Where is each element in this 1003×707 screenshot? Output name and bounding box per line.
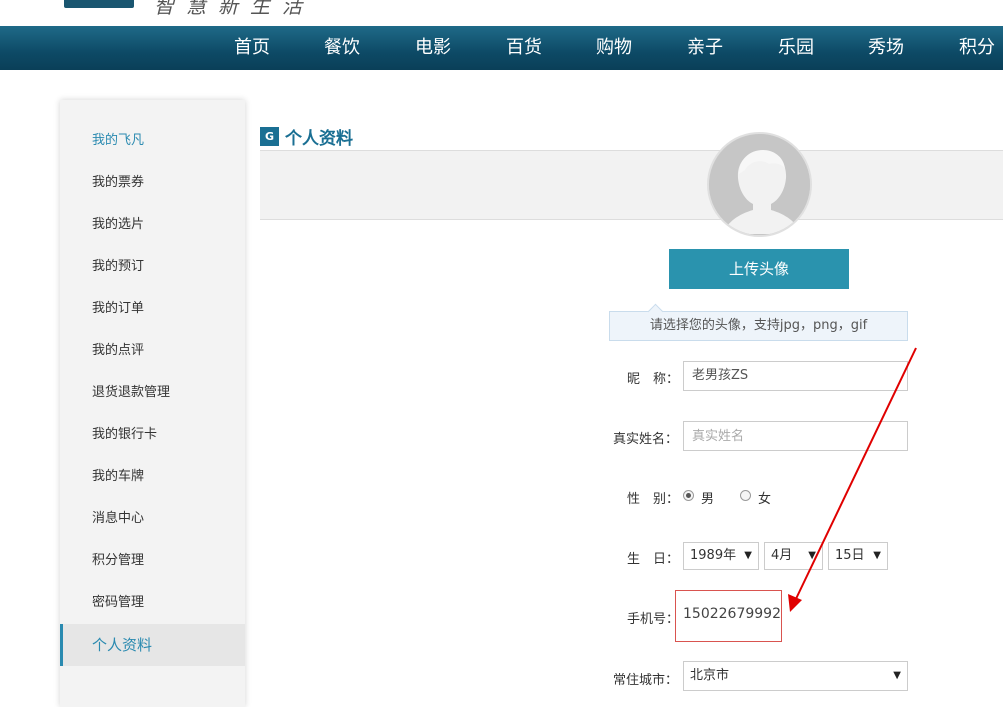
logo[interactable] (64, 0, 134, 8)
sidebar-item-profile[interactable]: 个人资料 (60, 624, 245, 666)
top-header: 智慧新生活 (0, 0, 1003, 26)
city-value: 北京市 (690, 668, 730, 683)
upload-hint: 请选择您的头像，支持jpg，png，gif (609, 311, 908, 341)
page-title: 个人资料 (285, 129, 353, 149)
slogan: 智慧新生活 (154, 0, 314, 18)
nav-item-family[interactable]: 亲子 (675, 26, 735, 70)
sidebar-item-messages[interactable]: 消息中心 (60, 498, 245, 540)
gender-male-label: 男 (701, 492, 715, 507)
sidebar-item-plates[interactable]: 我的车牌 (60, 456, 245, 498)
nav-item-movies[interactable]: 电影 (403, 26, 463, 70)
dropdown-arrow-icon: ▼ (873, 550, 881, 561)
nav-item-department[interactable]: 百货 (494, 26, 554, 70)
sidebar-item-reviews[interactable]: 我的点评 (60, 330, 245, 372)
birth-year-select[interactable]: 1989年 ▼ (683, 542, 759, 570)
gender-male-radio[interactable] (683, 490, 694, 501)
nickname-label: 昵 称： (627, 372, 680, 387)
nav-item-dining[interactable]: 餐饮 (312, 26, 372, 70)
phone-label: 手机号： (627, 612, 680, 627)
nav-item-home[interactable]: 首页 (222, 26, 282, 70)
upload-avatar-button[interactable]: 上传头像 (669, 249, 849, 289)
nav-item-points[interactable]: 积分 (947, 26, 1003, 70)
sidebar-item-points[interactable]: 积分管理 (60, 540, 245, 582)
city-label: 常住城市： (613, 673, 679, 688)
profile-banner (260, 150, 1003, 220)
sidebar-item-picks[interactable]: 我的选片 (60, 204, 245, 246)
sidebar-item-refunds[interactable]: 退货退款管理 (60, 372, 245, 414)
realname-label: 真实姓名： (613, 432, 679, 447)
phone-value: 15022679992 (683, 606, 781, 622)
sidebar-item-my-feifan[interactable]: 我的飞凡 (60, 120, 245, 162)
birth-month-select[interactable]: 4月 ▼ (764, 542, 823, 570)
dropdown-arrow-icon: ▼ (808, 550, 816, 561)
birth-month-value: 4月 (771, 548, 793, 563)
sidebar-item-password[interactable]: 密码管理 (60, 582, 245, 624)
dropdown-arrow-icon: ▼ (744, 550, 752, 561)
gender-female-radio[interactable] (740, 490, 751, 501)
avatar[interactable] (707, 132, 812, 237)
main-nav: 首页 餐饮 电影 百货 购物 亲子 乐园 秀场 积分 (0, 26, 1003, 70)
city-select[interactable]: 北京市 ▼ (683, 661, 908, 691)
realname-input[interactable] (683, 421, 908, 451)
birthday-label: 生 日： (627, 552, 680, 567)
nav-item-shopping[interactable]: 购物 (584, 26, 644, 70)
sidebar-item-tickets[interactable]: 我的票券 (60, 162, 245, 204)
sidebar-item-reservations[interactable]: 我的预订 (60, 246, 245, 288)
nickname-input[interactable]: 老男孩ZS (683, 361, 908, 391)
birth-year-value: 1989年 (690, 548, 737, 563)
nav-item-park[interactable]: 乐园 (766, 26, 826, 70)
section-badge-icon: G (260, 127, 279, 146)
gender-female-label: 女 (758, 492, 772, 507)
sidebar-item-bank-cards[interactable]: 我的银行卡 (60, 414, 245, 456)
gender-label: 性 别： (627, 492, 680, 507)
sidebar-item-orders[interactable]: 我的订单 (60, 288, 245, 330)
birth-day-value: 15日 (835, 548, 865, 563)
dropdown-arrow-icon: ▼ (893, 670, 901, 681)
birth-day-select[interactable]: 15日 ▼ (828, 542, 888, 570)
sidebar: 我的飞凡 我的票券 我的选片 我的预订 我的订单 我的点评 退货退款管理 我的银… (60, 100, 245, 707)
nav-item-show[interactable]: 秀场 (856, 26, 916, 70)
default-avatar-icon (709, 134, 810, 235)
